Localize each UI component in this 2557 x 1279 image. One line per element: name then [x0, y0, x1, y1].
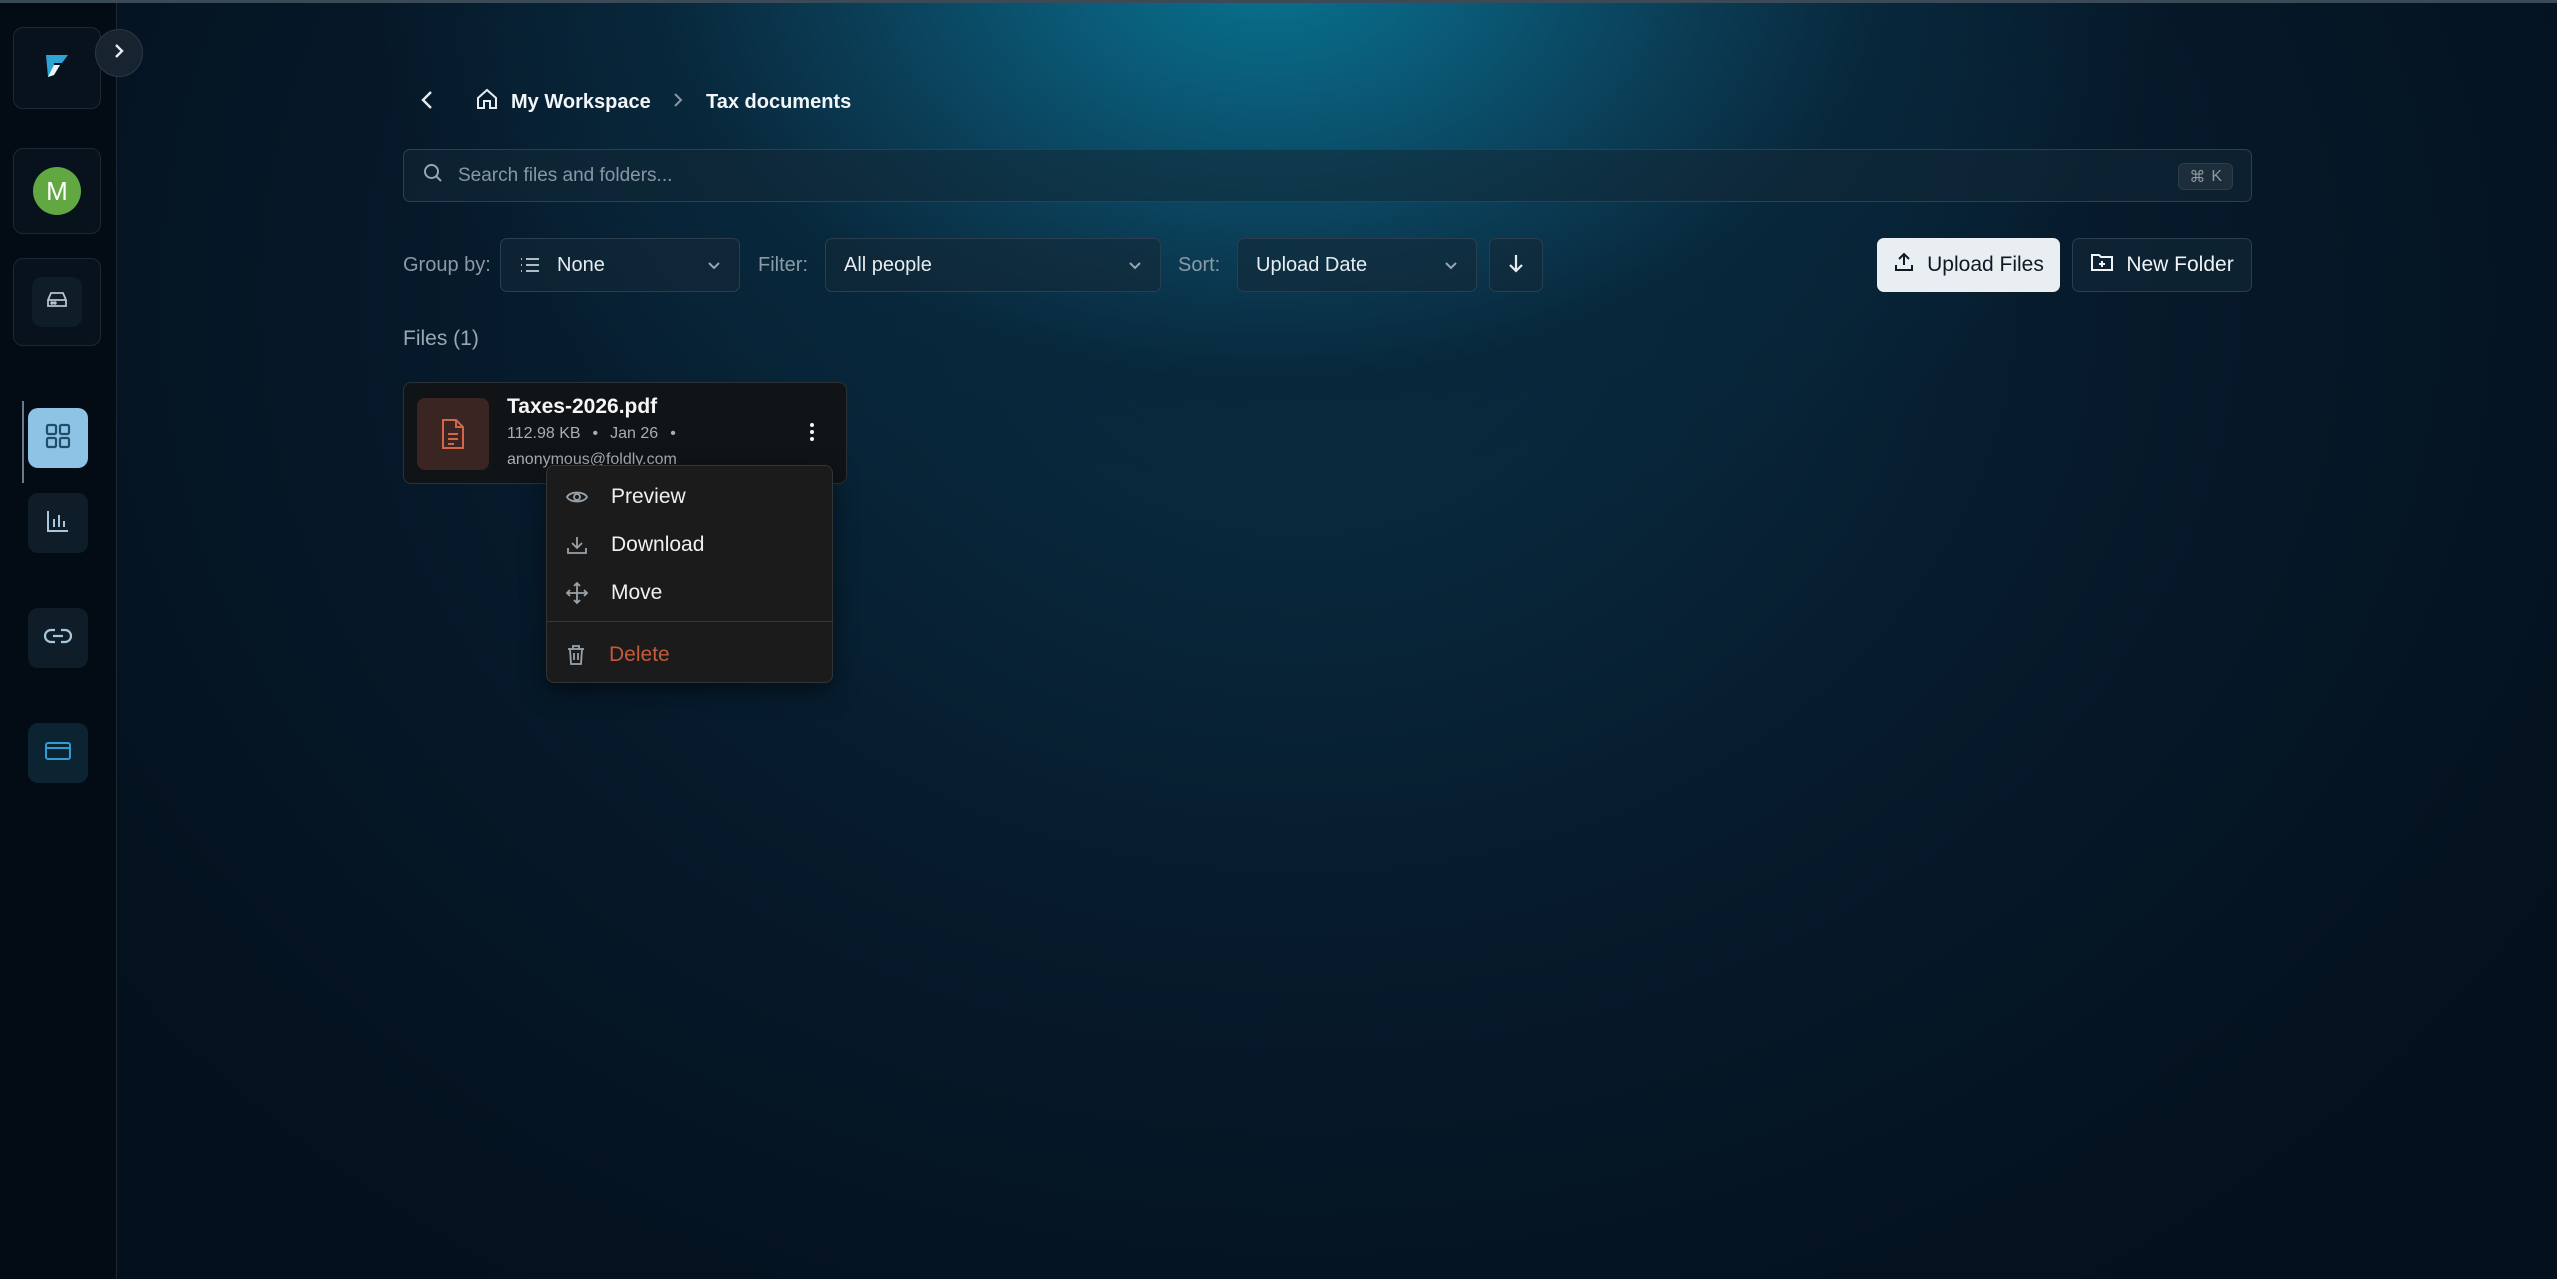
breadcrumb-separator: [672, 84, 684, 120]
group-by-value: None: [557, 253, 605, 276]
menu-divider: [547, 621, 832, 622]
eye-icon: [565, 488, 589, 506]
chevron-down-icon: [1442, 256, 1460, 280]
user-tile[interactable]: M: [13, 148, 101, 234]
sort-value: Upload Date: [1256, 253, 1368, 276]
file-meta: 112.98 KB • Jan 26 •: [507, 425, 676, 443]
download-icon: [565, 534, 589, 556]
move-icon: [565, 581, 589, 605]
menu-item-delete[interactable]: Delete: [547, 632, 832, 678]
upload-files-button[interactable]: Upload Files: [1877, 238, 2060, 292]
filter-label: Filter:: [758, 253, 808, 276]
meta-dot: •: [670, 425, 676, 442]
card-icon: [43, 739, 73, 768]
menu-item-label: Move: [611, 581, 663, 604]
sidebar-item-billing[interactable]: [28, 723, 88, 783]
sort-select[interactable]: Upload Date: [1237, 238, 1477, 292]
filter-value: All people: [844, 253, 932, 276]
search-bar[interactable]: ⌘ K: [403, 149, 2252, 202]
logo-tile[interactable]: [13, 27, 101, 109]
file-actions-button[interactable]: [800, 419, 824, 449]
storage-tile[interactable]: [13, 258, 101, 346]
search-input[interactable]: [458, 164, 2058, 187]
trash-icon: [565, 643, 587, 667]
app-root: M My Workspace Tax documents Search file…: [0, 0, 2557, 1279]
command-key: ⌘: [2189, 168, 2206, 186]
breadcrumb-home[interactable]: My Workspace: [475, 84, 651, 120]
file-name: Taxes-2026.pdf: [507, 395, 658, 418]
menu-item-label: Download: [611, 533, 705, 556]
chevron-left-icon: [420, 89, 434, 116]
avatar[interactable]: M: [33, 167, 81, 215]
chevron-down-icon: [1126, 256, 1144, 280]
group-by-select[interactable]: None: [500, 238, 740, 292]
breadcrumb-home-label: My Workspace: [511, 90, 651, 113]
chevron-right-icon: [672, 91, 684, 114]
menu-item-label: Delete: [609, 643, 670, 666]
file-size: 112.98 KB: [507, 425, 581, 442]
new-folder-label: New Folder: [2126, 253, 2234, 276]
back-button[interactable]: [414, 84, 440, 120]
shortcut-key: K: [2211, 167, 2222, 185]
chevron-right-icon: [112, 43, 126, 64]
upload-icon: [1893, 251, 1915, 279]
upload-files-label: Upload Files: [1927, 253, 2044, 276]
sort-direction-button[interactable]: [1489, 238, 1543, 292]
menu-item-preview[interactable]: Preview: [547, 474, 832, 520]
search-icon: [422, 162, 444, 189]
menu-item-label: Preview: [611, 485, 686, 508]
filter-select[interactable]: All people: [825, 238, 1161, 292]
drive-button[interactable]: [32, 277, 82, 327]
logo-icon: [40, 49, 74, 88]
chevron-down-icon: [705, 256, 723, 280]
meta-dot: •: [592, 425, 599, 442]
new-folder-button[interactable]: New Folder: [2072, 238, 2252, 292]
list-icon: [519, 256, 541, 274]
pdf-file-icon: [417, 398, 489, 470]
bar-chart-icon: [44, 507, 72, 540]
sidebar-item-analytics[interactable]: [28, 493, 88, 553]
top-border: [0, 0, 2557, 3]
sort-label: Sort:: [1178, 253, 1221, 276]
shortcut-badge: ⌘ K: [2178, 163, 2233, 190]
sidebar-expand-button[interactable]: [95, 29, 143, 77]
arrow-down-icon: [1506, 252, 1526, 279]
folder-plus-icon: [2090, 251, 2114, 279]
file-context-menu: Preview Download Move Delete: [546, 465, 833, 683]
active-indicator: [22, 401, 24, 483]
grid-icon: [44, 422, 72, 455]
menu-item-move[interactable]: Move: [547, 570, 832, 616]
files-heading: Files (1): [403, 327, 479, 350]
link-icon: [43, 624, 73, 653]
breadcrumb-current: Tax documents: [706, 90, 852, 113]
menu-item-download[interactable]: Download: [547, 522, 832, 568]
more-vertical-icon: [809, 422, 815, 447]
home-icon: [475, 87, 499, 117]
drive-icon: [45, 290, 69, 315]
group-by-label: Group by:: [403, 253, 491, 276]
file-date: Jan 26: [610, 425, 659, 442]
sidebar-item-links[interactable]: [28, 608, 88, 668]
sidebar: M: [0, 3, 117, 1279]
sidebar-item-files[interactable]: [28, 408, 88, 468]
